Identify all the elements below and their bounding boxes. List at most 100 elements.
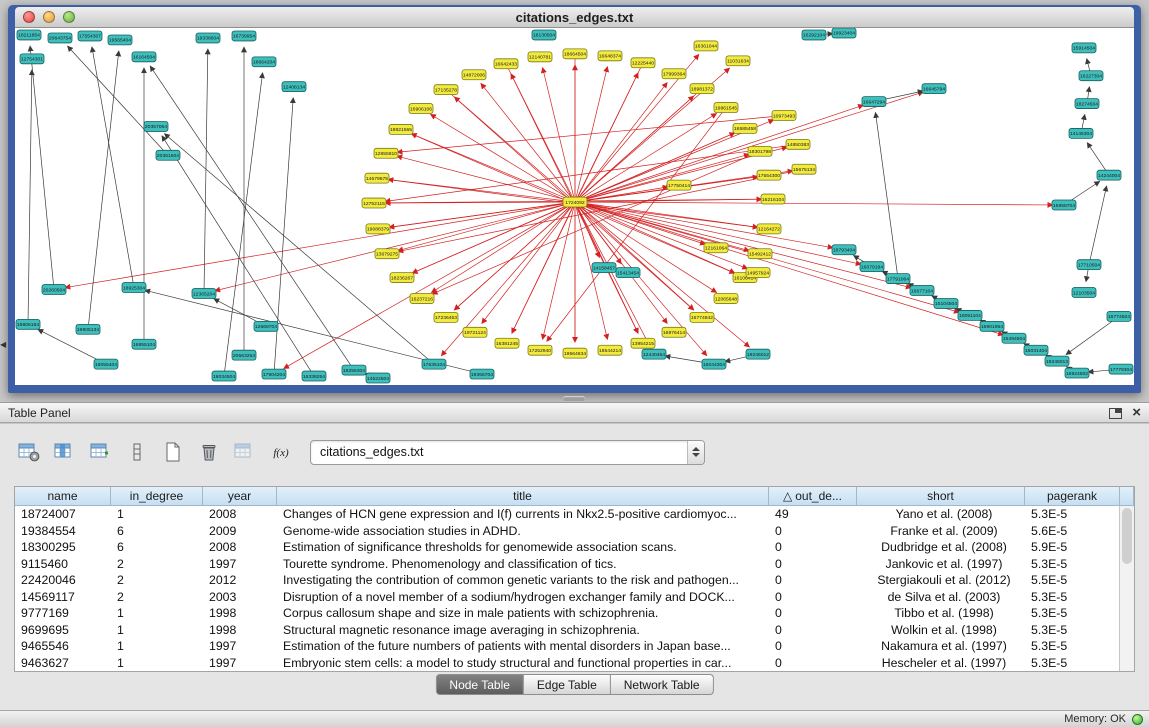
graph-node[interactable]: 16237216 [410,294,434,304]
graph-node[interactable]: 17999364 [662,69,686,79]
close-window-button[interactable] [23,11,35,23]
column-header-pagerank[interactable]: pagerank [1025,487,1120,506]
graph-node[interactable]: 12161064 [704,243,728,253]
graph-node[interactable]: 19905134 [76,324,100,334]
graph-node[interactable]: 20357064 [144,121,168,131]
graph-node[interactable]: 16338254 [302,371,326,381]
graph-node[interactable]: 16642433 [494,59,518,69]
graph-node[interactable]: 12408134 [282,82,306,92]
graph-node[interactable]: 15104504 [934,298,958,308]
graph-node[interactable]: 14872006 [462,70,486,80]
tab-edge-table[interactable]: Edge Table [524,674,611,695]
citation-network-graph[interactable]: 1724092162161041755430018301798165854581… [15,28,1134,385]
table-row[interactable]: 1830029562008Estimation of significance … [15,539,1134,556]
table-row[interactable]: 977716911998Corpus callosum shape and si… [15,605,1134,622]
graph-node[interactable]: 16677104 [910,286,934,296]
graph-node[interactable]: 16901954 [980,321,1004,331]
graph-node[interactable]: 12669704 [254,321,278,331]
graph-node[interactable]: 18255304 [342,365,366,375]
graph-node[interactable]: 17904204 [262,369,286,379]
column-header-name[interactable]: name [15,487,111,506]
graph-node[interactable]: 15675134 [792,164,816,174]
graph-node[interactable]: 16292104 [802,30,826,40]
graph-node[interactable]: 14679575 [365,173,389,183]
graph-node[interactable]: 19088379 [366,224,390,234]
graph-node[interactable]: 16774504 [1107,311,1131,321]
graph-node[interactable]: 19034504 [212,371,236,381]
graph-node[interactable]: 17252940 [528,345,552,355]
graph-node[interactable]: 19245013 [1045,356,1069,366]
table-row[interactable]: 2242004622012Investigating the contribut… [15,572,1134,589]
graph-node[interactable]: 16645794 [922,84,946,94]
graph-node[interactable]: 20351604 [156,150,180,160]
table-row[interactable]: 1456911722003Disruption of a novel membe… [15,589,1134,606]
graph-node[interactable]: 18925304 [122,283,146,293]
table-row[interactable]: 946362711997Embryonic stem cells: a mode… [15,655,1134,672]
graph-node[interactable]: 19245012 [746,349,770,359]
graph-node[interactable]: 15413454 [616,268,640,278]
graph-node[interactable]: 14957924 [746,268,770,278]
window-titlebar[interactable]: citations_edges.txt [15,7,1134,28]
graph-node[interactable]: 1724092 [563,197,587,207]
float-panel-icon[interactable] [1109,407,1122,419]
graph-node[interactable]: 16227304 [1079,71,1103,81]
graph-node[interactable]: 16855104 [132,339,156,349]
graph-node[interactable]: 16976414 [662,327,686,337]
graph-node[interactable]: 17554300 [757,170,781,180]
graph-node[interactable]: 16216104 [761,194,785,204]
graph-node[interactable]: 20260504 [42,285,66,295]
column-header-title[interactable]: title [277,487,769,506]
close-panel-icon[interactable]: × [1132,405,1141,420]
graph-node[interactable]: 18211854 [17,30,41,40]
graph-node[interactable]: 12225440 [631,58,655,68]
graph-node[interactable]: 16361044 [694,41,718,51]
graph-node[interactable]: 17554307 [78,31,102,41]
graph-node[interactable]: 19338604 [196,33,220,43]
graph-node[interactable]: 18664504 [563,49,587,59]
graph-node[interactable]: 16044304 [702,359,726,369]
graph-node[interactable]: 16079194 [860,262,884,272]
graph-node[interactable]: 17750414 [667,180,691,190]
zoom-window-button[interactable] [63,11,75,23]
graph-node[interactable]: 18236267 [390,273,414,283]
graph-node[interactable]: 16031404 [1024,345,1048,355]
delete-rows-icon[interactable] [122,438,152,466]
graph-node[interactable]: 18130504 [532,30,556,40]
graph-node[interactable]: 15958704 [1052,200,1076,210]
graph-node[interactable]: 15494504 [1002,333,1026,343]
graph-node[interactable]: 12440454 [642,349,666,359]
graph-node[interactable]: 10973493 [772,111,796,121]
collapse-handle-icon[interactable]: ◀ [0,340,6,349]
graph-node[interactable]: 18793404 [832,245,856,255]
graph-node[interactable]: 15492412 [748,249,772,259]
graph-node[interactable]: 14850383 [786,139,810,149]
import-table-icon[interactable] [230,438,260,466]
graph-node[interactable]: 18544214 [598,345,622,355]
graph-node[interactable]: 16739954 [232,31,256,41]
panel-splitter-handle[interactable] [563,396,585,401]
graph-node[interactable]: 17710504 [1077,260,1101,270]
graph-node[interactable]: 12855810 [374,148,398,158]
function-builder-icon[interactable]: f(x) [266,438,296,466]
graph-node[interactable]: 16585458 [733,123,757,133]
column-header-out_de[interactable]: △out_de... [769,487,857,506]
minimize-window-button[interactable] [43,11,55,23]
graph-node[interactable]: 20643754 [48,33,72,43]
graph-node[interactable]: 12754301 [20,54,44,64]
graph-node[interactable]: 19861545 [714,103,738,113]
graph-node[interactable]: 16647294 [862,97,886,107]
table-options-icon[interactable] [14,438,44,466]
graph-node[interactable]: 14522504 [366,373,390,383]
graph-node[interactable]: 16381245 [495,338,519,348]
show-columns-icon[interactable] [50,438,80,466]
graph-node[interactable]: 13954215 [631,338,655,348]
table-row[interactable]: 911546021997Tourette syndrome. Phenomeno… [15,556,1134,573]
network-canvas[interactable]: 1724092162161041755430018301798165854581… [15,28,1134,385]
table-row[interactable]: 1872400712008Changes of HCN gene express… [15,506,1134,523]
tab-network-table[interactable]: Network Table [611,674,714,695]
table-scrollbar[interactable] [1119,506,1134,671]
table-row[interactable]: 969969511998Structural magnetic resonanc… [15,622,1134,639]
graph-node[interactable]: 12752115 [362,198,386,208]
graph-node[interactable]: 15914504 [1072,43,1096,53]
graph-node[interactable]: 18274504 [1075,99,1099,109]
